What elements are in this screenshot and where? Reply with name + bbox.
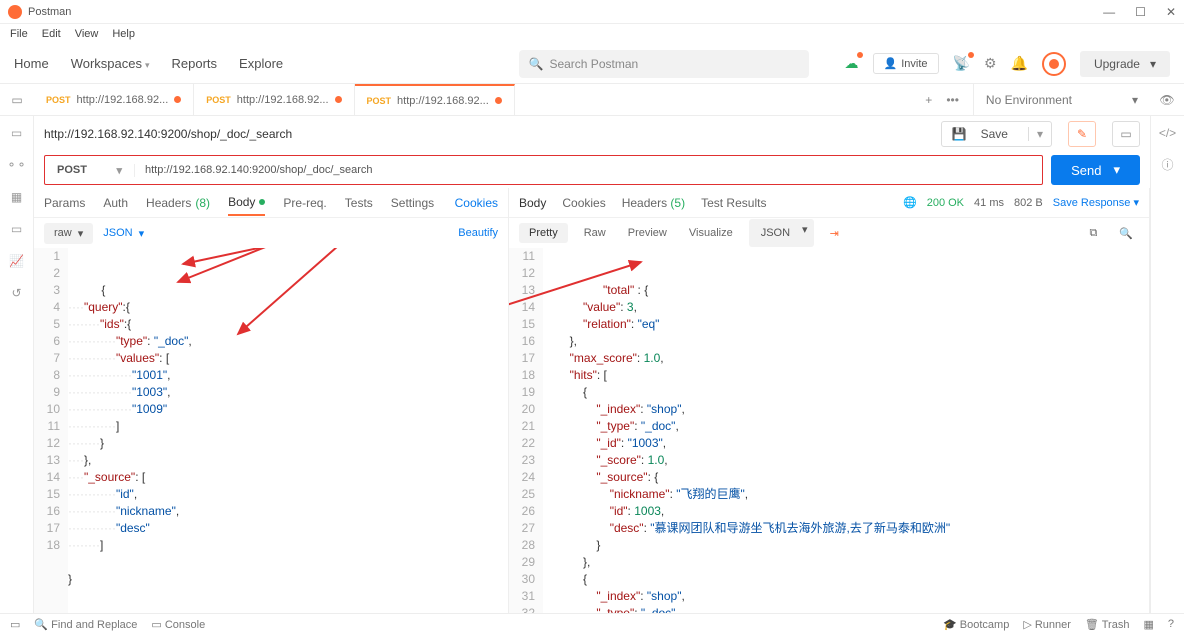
tab-body[interactable]: Body [228,195,265,216]
status-code: 200 OK [927,197,964,209]
maximize-icon[interactable]: ☐ [1135,5,1146,19]
history-icon[interactable]: ↺ [11,286,21,300]
menu-help[interactable]: Help [112,28,135,40]
notifications-icon[interactable]: 🔔 [1011,55,1028,72]
nav-workspaces[interactable]: Workspaces▾ [71,56,150,71]
nav-explore[interactable]: Explore [239,56,283,71]
environment-selector[interactable]: No Environment▾ [973,84,1150,115]
resp-tab-cookies[interactable]: Cookies [562,196,605,210]
search-input[interactable]: 🔍 Search Postman [519,50,809,78]
tabstrip: ▭ POSThttp://192.168.92...POSThttp://192… [0,84,1184,116]
method-selector[interactable]: POST▾ [45,164,135,177]
collections-icon[interactable]: ▭ [11,126,22,140]
response-view-row: Pretty Raw Preview Visualize JSON ▾ ⇥ ⧉ … [509,218,1149,248]
tab-settings[interactable]: Settings [391,196,434,210]
edit-icon[interactable]: ✎ [1068,121,1096,147]
search-response-icon[interactable]: 🔍 [1113,223,1139,244]
tab-tests[interactable]: Tests [345,196,373,210]
window-controls: — ☐ ✕ [1103,5,1176,19]
nav-reports[interactable]: Reports [172,56,218,71]
upgrade-button[interactable]: Upgrade▾ [1080,51,1170,77]
sidebar-toggle[interactable]: ▭ [0,84,34,115]
request-tab[interactable]: POSThttp://192.168.92... [194,84,354,116]
tab-prereq[interactable]: Pre-req. [283,196,326,210]
resp-lang-selector[interactable]: JSON ▾ [749,219,814,247]
nav-home[interactable]: Home [14,56,49,71]
response-time: 41 ms [974,197,1004,209]
request-tab[interactable]: POSThttp://192.168.92... [34,84,194,116]
avatar[interactable] [1042,52,1066,76]
statusbar: ▭ 🔍 Find and Replace ▭ Console 🎓 Bootcam… [0,613,1184,635]
menu-file[interactable]: File [10,28,28,40]
minimize-icon[interactable]: — [1103,5,1115,19]
env-quick-look-icon[interactable]: 👁 [1150,84,1184,115]
menu-view[interactable]: View [75,28,99,40]
response-size: 802 B [1014,197,1043,209]
save-button[interactable]: 💾 Save▾ [941,121,1052,147]
mock-icon[interactable]: ▭ [11,222,22,236]
environments-icon[interactable]: ▦ [11,190,22,204]
request-title-row: http://192.168.92.140:9200/shop/_doc/_se… [34,116,1150,152]
apis-icon[interactable]: ⚬⚬ [6,158,26,172]
body-lang-selector[interactable]: JSON ▾ [103,227,144,240]
invite-button[interactable]: 👤 Invite [873,53,939,74]
view-preview[interactable]: Preview [622,223,673,243]
body-mode-selector[interactable]: raw ▾ [44,223,93,244]
sidebar-icon: ▭ [11,93,22,107]
tab-params[interactable]: Params [44,196,85,210]
request-tabs: Params Auth Headers (8) Body Pre-req. Te… [34,188,508,218]
send-button[interactable]: Send▾ [1051,155,1140,185]
resp-tab-tests[interactable]: Test Results [701,196,766,210]
right-rail: </> ⓘ [1150,116,1184,613]
menu-edit[interactable]: Edit [42,28,61,40]
save-response-button[interactable]: Save Response ▾ [1053,196,1139,209]
comment-icon[interactable]: ▭ [1112,121,1140,147]
view-raw[interactable]: Raw [578,223,612,243]
view-visualize[interactable]: Visualize [683,223,739,243]
response-body-viewer[interactable]: 1112131415161718192021222324252627282930… [509,248,1149,613]
info-icon[interactable]: ⓘ [1161,156,1173,173]
topbar: Home Workspaces▾ Reports Explore 🔍 Searc… [0,44,1184,84]
console-toggle[interactable]: ▭ Console [151,618,205,631]
close-icon[interactable]: ✕ [1166,5,1176,19]
response-tabs: Body Cookies Headers (5) Test Results 🌐 … [509,188,1149,218]
tab-auth[interactable]: Auth [103,196,128,210]
bootcamp[interactable]: 🎓 Bootcamp [943,618,1009,631]
titlebar: Postman — ☐ ✕ [0,0,1184,24]
url-input[interactable]: http://192.168.92.140:9200/shop/_doc/_se… [135,164,1042,176]
sidebar-toggle-icon[interactable]: ▭ [10,618,20,631]
request-body-editor[interactable]: 123456789101112131415161718 {····"query"… [34,248,508,613]
new-tab-button[interactable]: + [925,93,932,107]
capture-icon[interactable]: 📡 [953,55,970,72]
runner[interactable]: ▷ Runner [1023,618,1071,631]
beautify-button[interactable]: Beautify [458,227,498,239]
left-rail: ▭ ⚬⚬ ▦ ▭ 📈 ↺ [0,116,34,613]
tab-headers[interactable]: Headers (8) [146,196,210,210]
trash[interactable]: 🗑 Trash [1085,618,1130,631]
postman-logo [8,5,22,19]
settings-icon[interactable]: ⚙ [984,55,997,72]
tab-actions-icon[interactable]: ••• [946,93,959,107]
view-pretty[interactable]: Pretty [519,223,568,243]
code-snippet-icon[interactable]: </> [1159,126,1176,140]
monitors-icon[interactable]: 📈 [9,254,24,268]
request-tab[interactable]: POSThttp://192.168.92... [355,84,515,116]
url-row: POST▾ http://192.168.92.140:9200/shop/_d… [34,152,1150,188]
sync-icon[interactable]: ☁ [845,55,859,72]
panes-icon[interactable]: ▦ [1143,618,1153,631]
resp-tab-headers[interactable]: Headers (5) [622,196,685,210]
resp-tab-body[interactable]: Body [519,196,546,210]
app-title: Postman [28,6,71,18]
cookies-link[interactable]: Cookies [455,196,498,210]
request-name: http://192.168.92.140:9200/shop/_doc/_se… [44,127,292,141]
search-icon: 🔍 [529,57,544,71]
find-replace[interactable]: 🔍 Find and Replace [34,618,137,631]
wrap-icon[interactable]: ⇥ [824,223,845,244]
copy-icon[interactable]: ⧉ [1083,223,1103,244]
menubar: File Edit View Help [0,24,1184,44]
globe-icon[interactable]: 🌐 [903,196,917,209]
help-icon[interactable]: ? [1168,618,1174,631]
